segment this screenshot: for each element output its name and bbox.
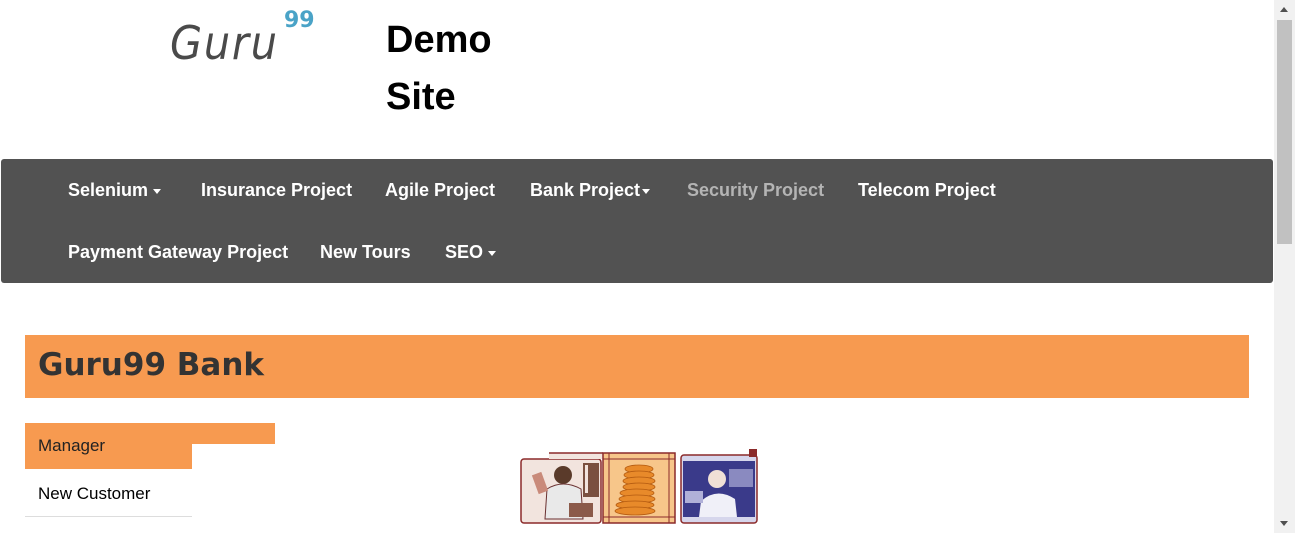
nav-label: Agile Project bbox=[385, 180, 496, 200]
caret-down-icon bbox=[488, 250, 497, 256]
menu-header-label: Manager bbox=[38, 436, 106, 455]
nav-security-project[interactable]: Security Project bbox=[687, 180, 824, 201]
nav-label: Bank Project bbox=[530, 180, 641, 200]
nav-agile-project[interactable]: Agile Project bbox=[385, 180, 495, 201]
nav-seo-dropdown[interactable]: SEO bbox=[445, 242, 497, 263]
nav-label: Insurance Project bbox=[201, 180, 353, 200]
nav-new-tours[interactable]: New Tours bbox=[320, 242, 411, 263]
vertical-scrollbar[interactable] bbox=[1274, 0, 1295, 533]
nav-label: SEO bbox=[445, 242, 484, 262]
nav-telecom-project[interactable]: Telecom Project bbox=[858, 180, 996, 201]
sidebar-menu-header[interactable]: Manager bbox=[25, 423, 192, 469]
scrollbar-thumb[interactable] bbox=[1277, 20, 1292, 244]
nav-selenium-dropdown[interactable]: Selenium bbox=[68, 180, 162, 201]
banner-title: Guru99 Bank bbox=[38, 347, 265, 383]
bank-banner: Guru99 Bank bbox=[25, 335, 1249, 398]
scroll-up-arrow-icon[interactable] bbox=[1280, 7, 1288, 12]
nav-bank-project-dropdown[interactable]: Bank Project bbox=[530, 180, 651, 201]
scroll-down-arrow-icon[interactable] bbox=[1280, 521, 1288, 526]
nav-insurance-project[interactable]: Insurance Project bbox=[201, 180, 352, 201]
nav-label: Security Project bbox=[687, 180, 825, 200]
nav-payment-gateway-project[interactable]: Payment Gateway Project bbox=[68, 242, 288, 263]
caret-down-icon bbox=[642, 188, 651, 194]
menu-header-accent bbox=[192, 423, 275, 444]
menu-item-label: New Customer bbox=[38, 484, 151, 503]
person-phone-image bbox=[520, 452, 603, 524]
nav-label: Telecom Project bbox=[858, 180, 996, 200]
coins-image bbox=[602, 452, 676, 524]
logo-superscript: 99 bbox=[284, 8, 315, 33]
caret-down-icon bbox=[153, 188, 162, 194]
site-title: Demo Site bbox=[386, 19, 492, 118]
nav-label: Selenium bbox=[68, 180, 149, 200]
bank-illustration bbox=[520, 449, 758, 524]
main-navbar: Selenium Insurance Project Agile Project… bbox=[1, 159, 1273, 283]
sidebar-item-new-customer[interactable]: New Customer bbox=[25, 469, 192, 517]
person-desk-image bbox=[680, 449, 758, 524]
bank-images bbox=[519, 449, 759, 525]
nav-label: New Tours bbox=[320, 242, 411, 262]
nav-label: Payment Gateway Project bbox=[68, 242, 289, 262]
logo-text: Guru bbox=[170, 16, 279, 70]
guru99-logo[interactable]: Guru 99 bbox=[170, 8, 320, 70]
